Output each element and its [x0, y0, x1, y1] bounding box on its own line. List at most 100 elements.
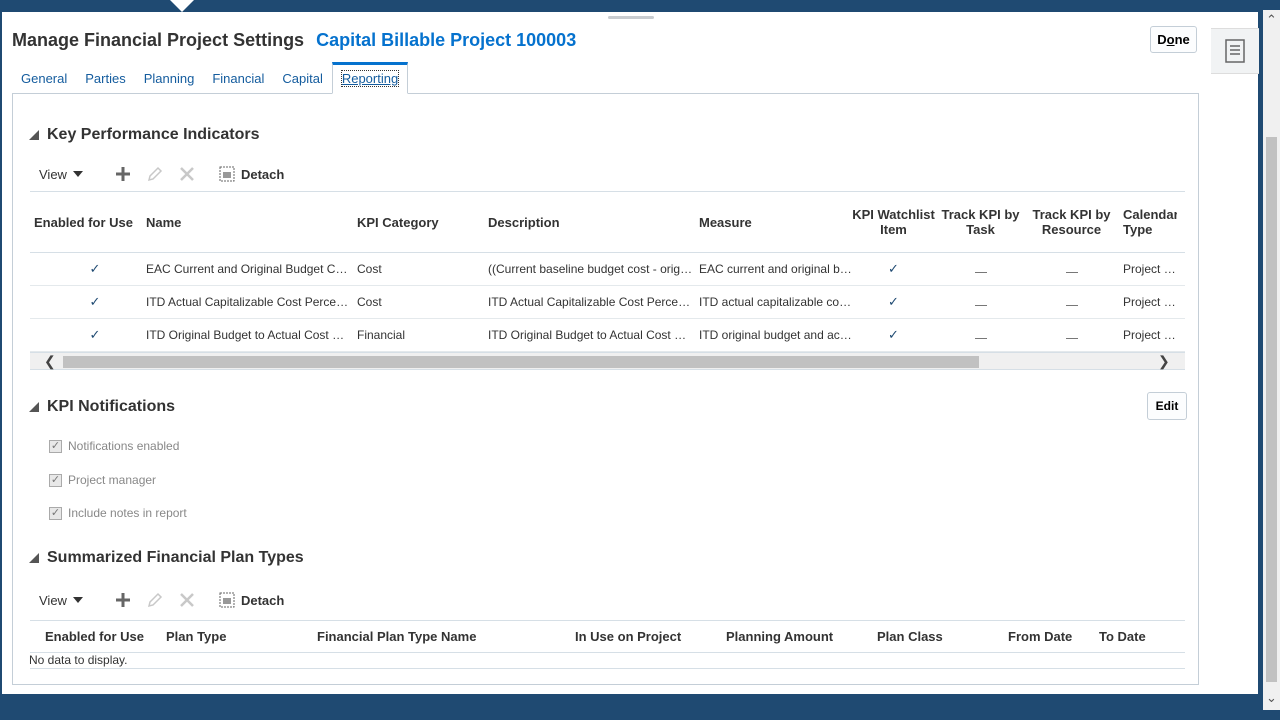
- col-to-date[interactable]: To Date: [1093, 629, 1173, 644]
- enabled-check-icon: ✓: [89, 261, 101, 276]
- notifications-enabled-checkbox: ✓ Notifications enabled: [49, 439, 180, 453]
- col-name[interactable]: Name: [140, 215, 351, 230]
- col-measure[interactable]: Measure: [693, 215, 852, 230]
- settings-dialog: Manage Financial Project Settings Capita…: [2, 12, 1258, 694]
- watchlist-check-icon: ✓: [888, 327, 899, 342]
- col-plan-type[interactable]: Plan Type: [160, 629, 311, 644]
- kpi-name: ITD Original Budget to Actual Cost Varia…: [146, 328, 351, 342]
- table-row[interactable]: ✓ ITD Original Budget to Actual Cost Var…: [30, 319, 1185, 352]
- col-track-task[interactable]: Track KPI by Task: [935, 207, 1026, 237]
- collapse-icon[interactable]: [29, 402, 39, 412]
- col-planning-amount[interactable]: Planning Amount: [720, 629, 871, 644]
- kpi-toolbar: View Detach: [39, 162, 284, 186]
- track-resource-empty: [1026, 262, 1117, 276]
- tab-planning[interactable]: Planning: [135, 62, 204, 93]
- detach-icon: [219, 592, 235, 608]
- plan-types-section-header[interactable]: Summarized Financial Plan Types: [29, 549, 304, 567]
- empty-table-message: No data to display.: [29, 653, 128, 667]
- kpi-category: Cost: [357, 295, 382, 309]
- track-resource-empty: [1026, 295, 1117, 309]
- kpi-category: Cost: [357, 262, 382, 276]
- kpi-calendar: Project accounting: [1123, 328, 1177, 342]
- drag-handle[interactable]: [608, 16, 654, 19]
- project-name: Capital Billable Project 100003: [316, 30, 577, 50]
- kpi-section-header[interactable]: Key Performance Indicators: [29, 126, 260, 144]
- kpi-horizontal-scrollbar[interactable]: ❮ ❯: [30, 352, 1185, 370]
- notifications-section-header[interactable]: KPI Notifications: [29, 398, 175, 416]
- chevron-down-icon: [72, 597, 83, 603]
- pencil-icon[interactable]: [139, 166, 171, 182]
- plus-icon[interactable]: [107, 167, 139, 181]
- collapse-icon[interactable]: [29, 130, 39, 140]
- kpi-table-header: Enabled for Use Name KPI Category Descri…: [30, 192, 1185, 253]
- scrollbar-thumb[interactable]: [63, 356, 979, 368]
- plan-types-table-header: Enabled for Use Plan Type Financial Plan…: [30, 621, 1185, 653]
- notifications-edit-button[interactable]: Edit: [1147, 392, 1187, 420]
- enabled-check-icon: ✓: [89, 327, 101, 342]
- tab-capital[interactable]: Capital: [273, 62, 331, 93]
- col-plan-type-name[interactable]: Financial Plan Type Name: [311, 629, 569, 644]
- tab-financial[interactable]: Financial: [203, 62, 273, 93]
- side-panel-toggle[interactable]: [1211, 28, 1259, 74]
- plan-types-toolbar: View Detach: [39, 588, 284, 612]
- chevron-right-icon[interactable]: ❯: [1158, 354, 1170, 368]
- kpi-name: ITD Actual Capitalizable Cost Percentage: [146, 295, 351, 309]
- x-icon[interactable]: [171, 167, 203, 181]
- col-calendar[interactable]: Calendar Type: [1117, 207, 1177, 237]
- checkbox-checked-icon: ✓: [49, 506, 62, 520]
- col-enabled[interactable]: Enabled for Use: [30, 629, 160, 644]
- track-resource-empty: [1026, 328, 1117, 342]
- tab-general[interactable]: General: [12, 62, 76, 93]
- col-category[interactable]: KPI Category: [351, 215, 482, 230]
- kpi-section-title: Key Performance Indicators: [47, 126, 260, 143]
- plan-types-section-title: Summarized Financial Plan Types: [47, 549, 304, 566]
- col-in-use[interactable]: In Use on Project: [569, 629, 720, 644]
- dialog-header: Manage Financial Project Settings Capita…: [12, 30, 576, 51]
- kpi-table: Enabled for Use Name KPI Category Descri…: [30, 191, 1185, 352]
- col-description[interactable]: Description: [482, 215, 693, 230]
- col-track-resource[interactable]: Track KPI by Resource: [1026, 207, 1117, 237]
- plan-types-table: Enabled for Use Plan Type Financial Plan…: [30, 620, 1185, 669]
- chevron-up-icon[interactable]: ⌃: [1266, 12, 1277, 28]
- col-enabled[interactable]: Enabled for Use: [30, 215, 140, 230]
- document-panel-icon: [1225, 39, 1245, 63]
- col-plan-class[interactable]: Plan Class: [871, 629, 1002, 644]
- tab-parties[interactable]: Parties: [76, 62, 134, 93]
- checkbox-checked-icon: ✓: [49, 439, 62, 453]
- table-row[interactable]: ✓ ITD Actual Capitalizable Cost Percenta…: [30, 286, 1185, 319]
- chevron-down-icon: [72, 171, 83, 177]
- dialog-pointer: [170, 0, 194, 12]
- kpi-description: ((Current baseline budget cost - origina…: [488, 262, 693, 276]
- plan-types-view-menu[interactable]: View: [39, 593, 83, 608]
- enabled-check-icon: ✓: [89, 294, 101, 309]
- watchlist-check-icon: ✓: [888, 294, 899, 309]
- track-task-empty: [935, 262, 1026, 276]
- collapse-icon[interactable]: [29, 553, 39, 563]
- col-watchlist[interactable]: KPI Watchlist Item: [852, 207, 935, 237]
- plus-icon[interactable]: [107, 593, 139, 607]
- kpi-view-menu[interactable]: View: [39, 167, 83, 182]
- chevron-left-icon[interactable]: ❮: [44, 354, 56, 368]
- col-from-date[interactable]: From Date: [1002, 629, 1093, 644]
- x-icon[interactable]: [171, 593, 203, 607]
- chevron-down-icon[interactable]: ⌄: [1266, 690, 1277, 706]
- kpi-detach-button[interactable]: Detach: [219, 166, 284, 182]
- tab-reporting[interactable]: Reporting: [331, 62, 409, 94]
- kpi-measure: ITD actual capitalizable cost percentage: [699, 295, 852, 309]
- pencil-icon[interactable]: [139, 592, 171, 608]
- detach-icon: [219, 166, 235, 182]
- project-manager-checkbox: ✓ Project manager: [49, 473, 157, 487]
- kpi-calendar: Project accounting: [1123, 295, 1177, 309]
- table-row[interactable]: ✓ EAC Current and Original Budget Cost V…: [30, 253, 1185, 286]
- plan-types-detach-button[interactable]: Detach: [219, 592, 284, 608]
- done-label: Done: [1157, 32, 1190, 47]
- include-notes-checkbox: ✓ Include notes in report: [49, 506, 187, 520]
- kpi-calendar: Project accounting: [1123, 262, 1177, 276]
- checkbox-checked-icon: ✓: [49, 473, 62, 487]
- notifications-section-title: KPI Notifications: [47, 398, 176, 415]
- page-title: Manage Financial Project Settings: [12, 30, 305, 50]
- done-button[interactable]: Done: [1150, 26, 1197, 53]
- page-vertical-scrollbar[interactable]: ⌃ ⌄: [1263, 10, 1280, 710]
- scrollbar-thumb[interactable]: [1266, 137, 1277, 682]
- tab-bar: General Parties Planning Financial Capit…: [12, 62, 409, 94]
